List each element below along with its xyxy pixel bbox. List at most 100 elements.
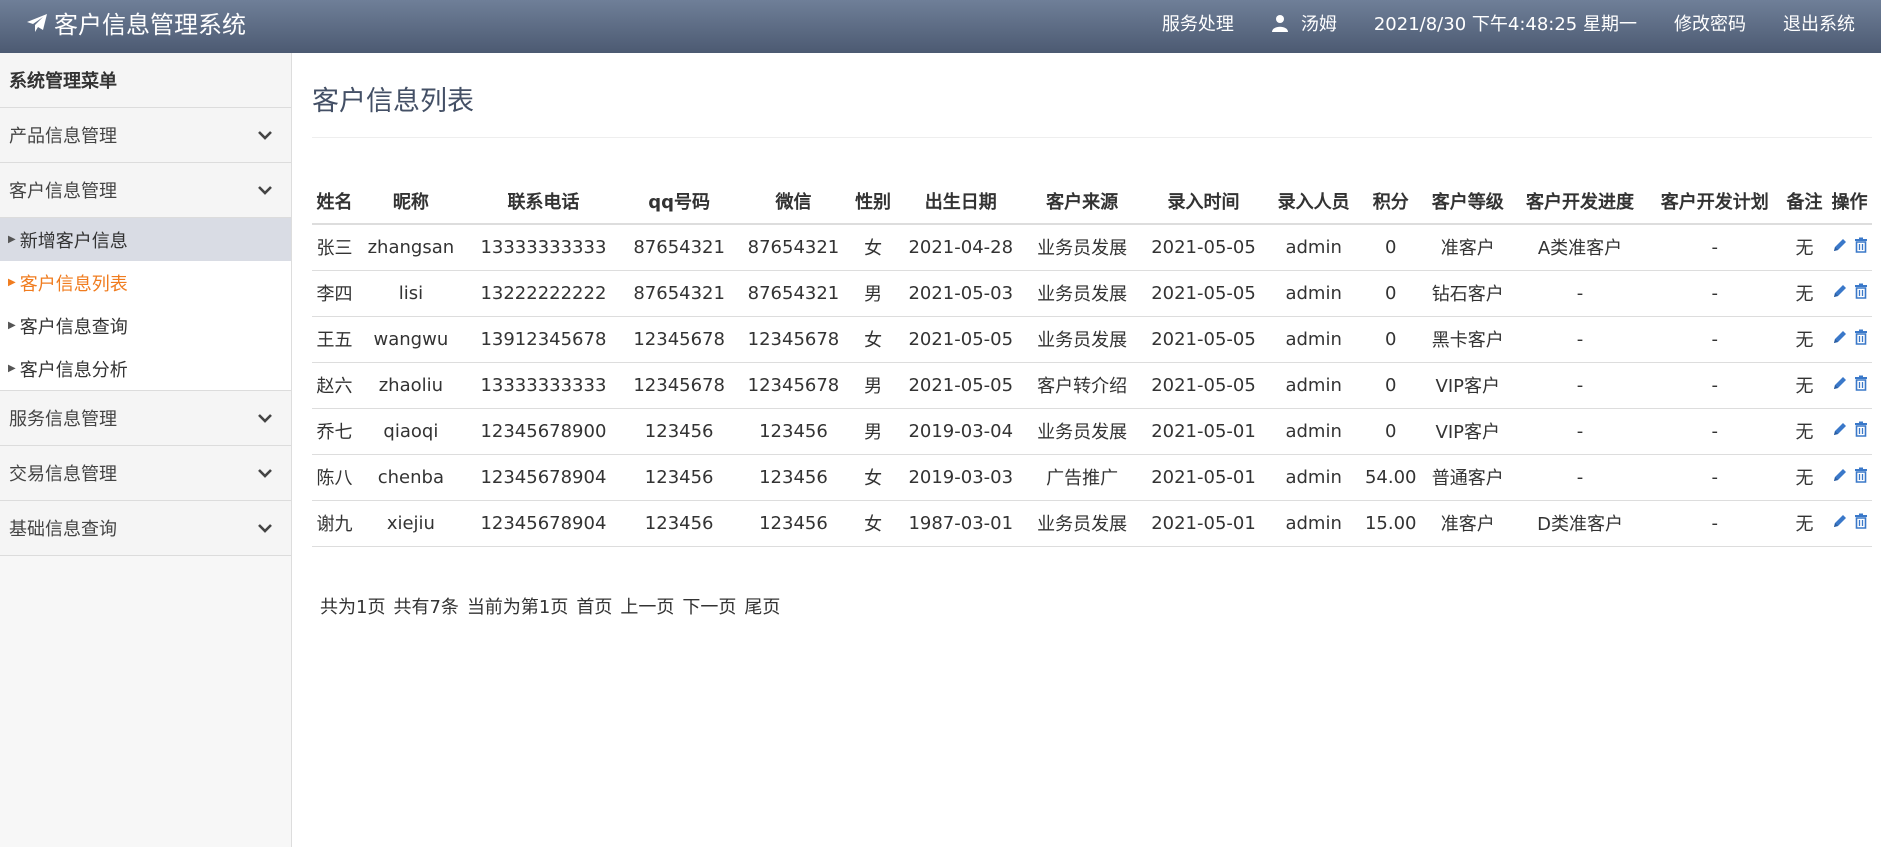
sidebar-item-customer-analysis[interactable]: ▶ 客户信息分析 [0,347,291,390]
cell-phone: 13333333333 [464,224,623,271]
column-header: 操作 [1827,178,1872,225]
sidebar-item-add-customer[interactable]: ▶ 新增客户信息 [0,218,291,261]
sidebar-item-label: 客户信息分析 [19,359,128,381]
table-row: 谢九 xiejiu 12345678904 123456 123456 女 1987-03-… [312,500,1872,547]
caret-right-icon: ▶ [8,234,16,245]
sidebar-group-label: 客户信息管理 [9,181,117,202]
cell-plan: - [1647,454,1783,501]
cell-actions [1827,362,1872,409]
cell-remark: 无 [1782,270,1827,317]
cell-plan: - [1647,408,1783,455]
cell-remark: 无 [1782,408,1827,455]
cell-actions [1827,224,1872,271]
trash-icon[interactable] [1854,513,1868,529]
trash-icon[interactable] [1854,467,1868,483]
cell-qq: 87654321 [622,224,737,271]
column-header: 微信 [736,178,851,225]
edit-icon[interactable] [1832,513,1848,529]
edit-icon[interactable] [1832,467,1848,483]
sidebar-group-services[interactable]: 服务信息管理 [0,391,291,446]
cell-entry-time: 2021-05-05 [1138,362,1269,409]
sidebar-group-products[interactable]: 产品信息管理 [0,108,291,163]
cell-source: 业务员发展 [1026,224,1139,271]
cell-actions [1827,316,1872,363]
next-page-link[interactable]: 下一页 [682,593,736,619]
cell-gender: 男 [850,270,896,317]
cell-progress: - [1512,362,1648,409]
column-header: 性别 [850,178,896,225]
cell-points: 0 [1358,270,1423,317]
column-header: 积分 [1358,178,1423,225]
cell-remark: 无 [1782,316,1827,363]
sidebar-group-transactions[interactable]: 交易信息管理 [0,446,291,501]
cell-wechat: 87654321 [736,224,851,271]
edit-icon[interactable] [1832,237,1848,253]
datetime-display: 2021/8/30 下午4:48:25 星期一 [1373,13,1637,35]
cell-source: 广告推广 [1026,454,1139,501]
sidebar-item-label: 新增客户信息 [19,230,128,252]
sidebar-group-label: 基础信息查询 [9,519,117,540]
trash-icon[interactable] [1854,283,1868,299]
cell-plan: - [1647,362,1783,409]
trash-icon[interactable] [1854,421,1868,437]
sidebar-group-customers[interactable]: 客户信息管理 [0,163,291,218]
cell-entry-user: admin [1268,316,1359,363]
cell-entry-time: 2021-05-01 [1138,408,1269,455]
table-row: 赵六 zhaoliu 13333333333 12345678 12345678 男 202… [312,362,1872,409]
logout-link[interactable]: 退出系统 [1783,10,1855,36]
cell-progress: - [1512,408,1648,455]
edit-icon[interactable] [1832,375,1848,391]
cell-birth: 1987-03-01 [895,500,1026,547]
cell-entry-time: 2021-05-01 [1138,500,1269,547]
caret-right-icon: ▶ [8,277,16,288]
edit-icon[interactable] [1832,283,1848,299]
cell-name: 谢九 [312,500,357,547]
first-page-link[interactable]: 首页 [576,593,612,619]
cell-points: 0 [1358,316,1423,363]
column-header: 客户等级 [1422,178,1513,225]
brand[interactable]: 客户信息管理系统 [26,0,246,45]
edit-icon[interactable] [1832,329,1848,345]
cell-points: 54.00 [1358,454,1423,501]
cell-entry-time: 2021-05-05 [1138,316,1269,363]
cell-actions [1827,454,1872,501]
user-menu[interactable]: 汤姆 [1271,10,1337,36]
edit-icon[interactable] [1832,421,1848,437]
cell-name: 乔七 [312,408,357,455]
service-link[interactable]: 服务处理 [1162,10,1234,36]
cell-remark: 无 [1782,362,1827,409]
cell-nickname: chenba [356,454,465,501]
cell-phone: 13222222222 [464,270,623,317]
sidebar-item-label: 客户信息列表 [19,273,128,295]
change-password-link[interactable]: 修改密码 [1674,10,1746,36]
prev-page-link[interactable]: 上一页 [620,593,674,619]
trash-icon[interactable] [1854,375,1868,391]
cell-phone: 13912345678 [464,316,623,363]
cell-phone: 12345678900 [464,408,623,455]
cell-level: 黑卡客户 [1422,316,1513,363]
total-pages-text: 共为1页 [320,596,386,618]
cell-entry-user: admin [1268,408,1359,455]
chevron-down-icon [258,414,272,423]
cell-nickname: lisi [356,270,465,317]
sidebar-item-customer-query[interactable]: ▶ 客户信息查询 [0,304,291,347]
cell-wechat: 12345678 [736,362,851,409]
trash-icon[interactable] [1854,329,1868,345]
caret-right-icon: ▶ [8,363,16,374]
sidebar-group-basic-query[interactable]: 基础信息查询 [0,501,291,556]
divider [312,137,1872,138]
last-page-link[interactable]: 尾页 [744,593,780,619]
cell-phone: 13333333333 [464,362,623,409]
cell-entry-user: admin [1268,362,1359,409]
chevron-down-icon [258,469,272,478]
cell-source: 业务员发展 [1026,270,1139,317]
column-header: 昵称 [356,178,465,225]
cell-plan: - [1647,316,1783,363]
trash-icon[interactable] [1854,237,1868,253]
cell-source: 业务员发展 [1026,500,1139,547]
column-header: 客户开发计划 [1647,178,1783,225]
column-header: 姓名 [312,178,357,225]
sidebar-item-customer-list[interactable]: ▶ 客户信息列表 [0,261,291,304]
cell-points: 0 [1358,362,1423,409]
cell-progress: D类准客户 [1512,500,1648,547]
